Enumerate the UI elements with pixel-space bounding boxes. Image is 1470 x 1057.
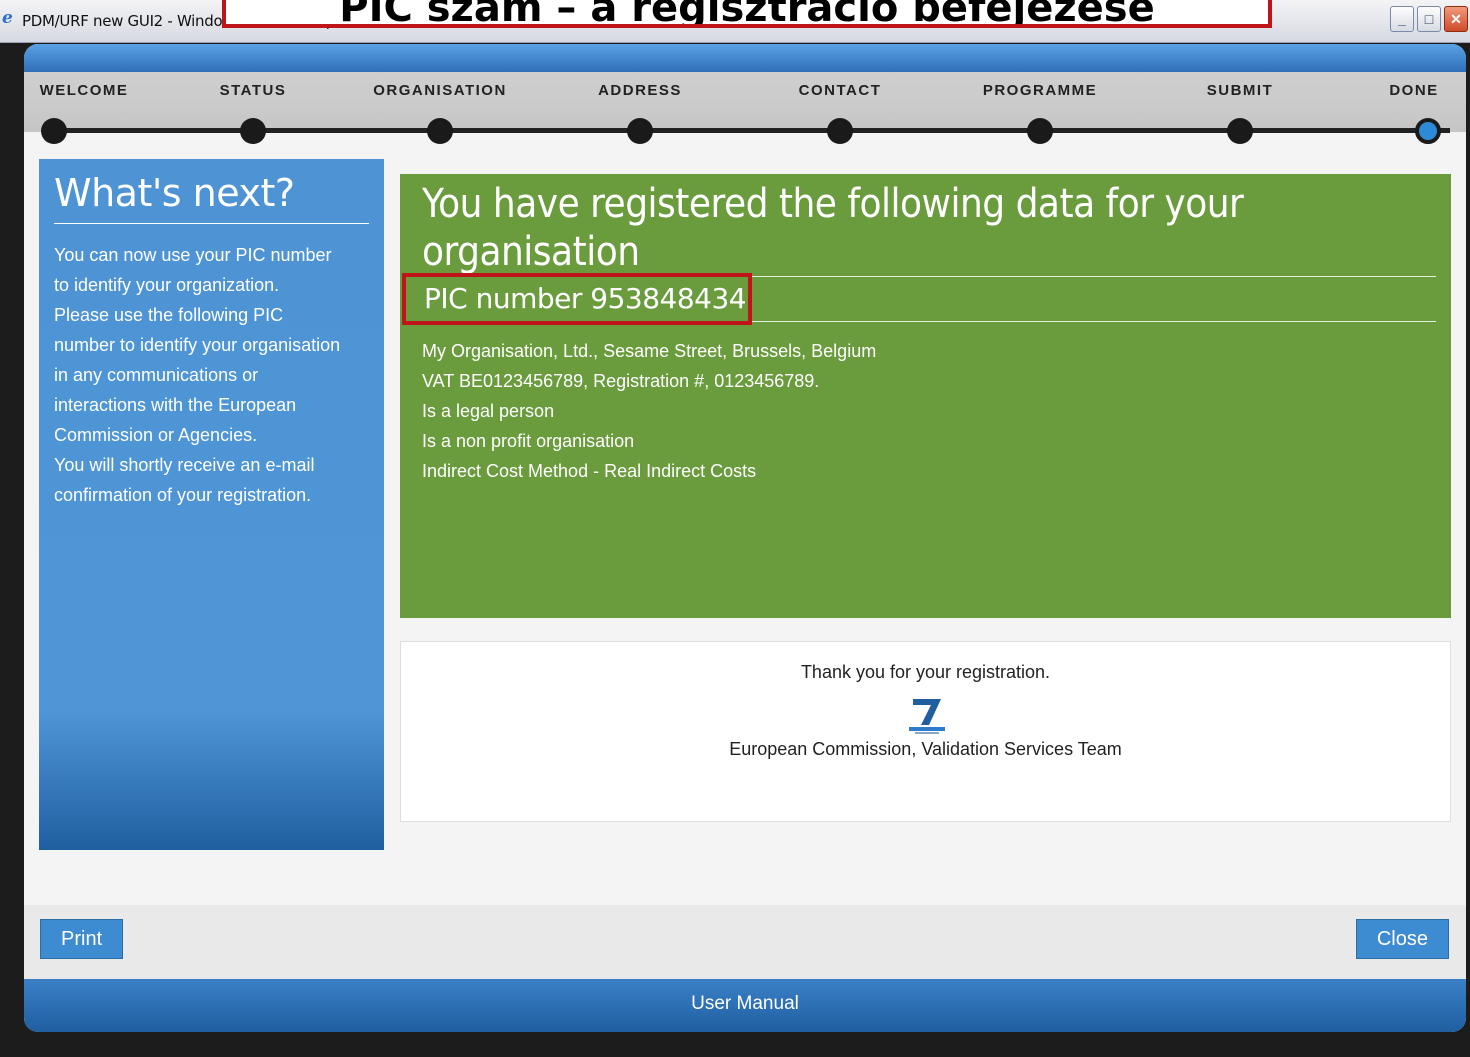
thank-you-message: Thank you for your registration. — [800, 662, 1051, 682]
print-button[interactable]: Print — [40, 919, 124, 959]
step-done: DONE — [1389, 82, 1439, 99]
whats-next-line: Please use the following PIC — [54, 305, 284, 325]
whats-next-line: You will shortly receive an e-mail — [54, 455, 315, 475]
step-contact: CONTACT — [798, 82, 882, 99]
progress-steps: WELCOME STATUS ORGANISATION ADDRESS CONT… — [24, 72, 1466, 144]
whats-next-line: number to identify your organisation — [54, 335, 341, 355]
step-dot-done — [1415, 118, 1441, 144]
title-line: You have registered the following data f… — [422, 181, 1244, 227]
detail-line: Indirect Cost Method - Real Indirect Cos… — [422, 461, 757, 481]
detail-line: Is a non profit organisation — [422, 431, 635, 451]
step-welcome: WELCOME — [39, 82, 129, 99]
whats-next-line: interactions with the European — [54, 395, 297, 415]
registration-app: WELCOME STATUS ORGANISATION ADDRESS CONT… — [24, 44, 1466, 1032]
step-programme: PROGRAMME — [982, 82, 1098, 99]
step-dot-organisation — [427, 118, 453, 144]
slide-heading: PIC szám – a regisztráció befejezése — [222, 0, 1272, 28]
detail-line: My Organisation, Ltd., Sesame Street, Br… — [422, 341, 877, 361]
title-line: organisation — [422, 229, 640, 275]
step-status: STATUS — [219, 82, 287, 99]
whats-next-panel: What's next? You can now use your PIC nu… — [39, 159, 384, 850]
step-organisation: ORGANISATION — [373, 82, 507, 99]
whats-next-line: to identify your organization. — [54, 275, 280, 295]
step-dot-submit — [1227, 118, 1253, 144]
action-bar: Print Close — [24, 905, 1466, 979]
maximize-button[interactable]: □ — [1417, 6, 1441, 32]
registered-data-panel: You have registered the following data f… — [400, 174, 1451, 618]
detail-line: VAT BE0123456789, Registration #, 012345… — [422, 371, 820, 391]
whats-next-line: Commission or Agencies. — [54, 425, 258, 445]
detail-line: Is a legal person — [422, 401, 555, 421]
step-dot-welcome — [41, 118, 67, 144]
registered-data-title: You have registered the following data f… — [422, 180, 1436, 276]
organisation-details: My Organisation, Ltd., Sesame Street, Br… — [422, 336, 1436, 486]
step-dot-status — [240, 118, 266, 144]
whats-next-line: You can now use your PIC number — [54, 245, 332, 265]
step-dot-programme — [1027, 118, 1053, 144]
ie-icon: e — [2, 8, 13, 28]
app-header-strip — [24, 44, 1466, 72]
fp7-logo — [899, 697, 953, 735]
whats-next-text: You can now use your PIC number to ident… — [54, 240, 369, 510]
minimize-button[interactable]: _ — [1390, 6, 1414, 32]
step-submit: SUBMIT — [1206, 82, 1274, 99]
step-dot-contact — [827, 118, 853, 144]
step-address: ADDRESS — [598, 82, 682, 99]
pic-row: PIC number 953848434 — [402, 273, 1436, 325]
user-manual-link[interactable]: User Manual — [691, 993, 799, 1014]
thank-you-panel: Thank you for your registration. Europea… — [400, 641, 1451, 822]
close-button[interactable]: Close — [1355, 919, 1449, 959]
pic-number: PIC number 953848434 — [402, 273, 752, 325]
step-dot-address — [627, 118, 653, 144]
window-controls: _ □ ✕ — [1390, 6, 1468, 32]
signature: European Commission, Validation Services… — [729, 739, 1122, 759]
whats-next-title: What's next? — [54, 171, 369, 224]
close-window-button[interactable]: ✕ — [1444, 6, 1468, 32]
footer-bar: User Manual — [24, 979, 1466, 1032]
whats-next-line: confirmation of your registration. — [54, 485, 312, 505]
whats-next-line: in any communications or — [54, 365, 259, 385]
